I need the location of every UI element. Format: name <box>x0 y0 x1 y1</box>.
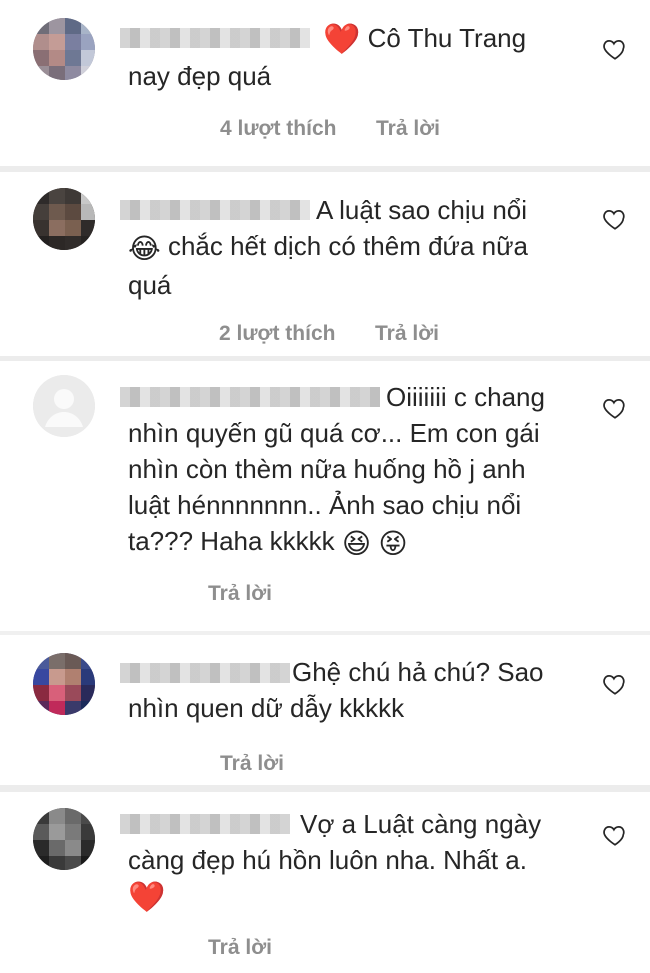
heart-outline-icon[interactable] <box>602 36 628 62</box>
comment-line: nhìn quen dữ dẫy kkkkk <box>128 693 405 723</box>
heart-outline-icon[interactable] <box>602 822 628 848</box>
comment-line: nhìn còn thèm nữa huống hồ j anh <box>128 454 526 484</box>
comment-line: Cô Thu Trang <box>367 23 527 53</box>
comment-line: Vợ a Luật càng ngày <box>300 809 542 839</box>
heart-outline-icon[interactable] <box>602 206 628 232</box>
laughing-tears-emoji: 😂 <box>128 233 161 264</box>
avatar[interactable] <box>33 653 95 715</box>
reply-button[interactable]: Trả lời <box>376 117 440 141</box>
heart-outline-icon[interactable] <box>602 671 628 697</box>
comment-line: càng đẹp hú hồn luôn nha. Nhất a. <box>128 845 527 875</box>
comment-text: Vợ a Luật càng ngày càng đẹp hú hồn luôn… <box>128 806 568 916</box>
comment-line: A luật sao chịu nổi <box>316 195 528 225</box>
comment-item: Oiiiiiii c chang nhìn quyến gũ quá cơ...… <box>0 361 650 631</box>
avatar[interactable] <box>33 375 95 437</box>
divider <box>0 785 650 792</box>
comment-line: quá <box>128 270 172 300</box>
reply-button[interactable]: Trả lời <box>220 752 284 776</box>
comment-line: nhìn quyến gũ quá cơ... Em con gái <box>128 418 540 448</box>
comment-line: nay đẹp quá <box>128 61 272 91</box>
comment-line: chắc hết dịch có thêm đứa nữa <box>167 231 528 261</box>
comment-item: ❤️ Cô Thu Trang nay đẹp quá 4 lượt thích… <box>0 0 650 168</box>
heart-emoji: ❤️ <box>128 881 166 914</box>
comment-line: ta??? Haha kkkkk <box>128 526 335 556</box>
avatar[interactable] <box>33 808 95 870</box>
default-avatar-icon <box>33 375 95 437</box>
comment-line: Ghệ chú hả chú? Sao <box>292 657 544 687</box>
avatar[interactable] <box>33 188 95 250</box>
avatar[interactable] <box>33 18 95 80</box>
comment-text: ❤️ Cô Thu Trang nay đẹp quá <box>128 20 568 94</box>
comment-line: Oiiiiiii c chang <box>386 382 545 412</box>
tongue-squint-emoji: 😝 <box>378 528 408 559</box>
comment-text: Oiiiiiii c chang nhìn quyến gũ quá cơ...… <box>128 379 568 562</box>
like-count[interactable]: 4 lượt thích <box>220 117 336 141</box>
reply-button[interactable]: Trả lời <box>208 936 272 960</box>
comment-item: Ghệ chú hả chú? Sao nhìn quen dữ dẫy kkk… <box>0 635 650 785</box>
heart-outline-icon[interactable] <box>602 395 628 421</box>
comment-text: A luật sao chịu nổi 😂 chắc hết dịch có t… <box>128 192 568 303</box>
comment-line: luật hénnnnnnn.. Ảnh sao chịu nổi <box>128 490 522 520</box>
comment-item: Vợ a Luật càng ngày càng đẹp hú hồn luôn… <box>0 792 650 973</box>
reply-button[interactable]: Trả lời <box>208 582 272 606</box>
heart-emoji: ❤️ <box>323 23 361 56</box>
comment-text: Ghệ chú hả chú? Sao nhìn quen dữ dẫy kkk… <box>128 654 568 726</box>
comment-item: A luật sao chịu nổi 😂 chắc hết dịch có t… <box>0 172 650 356</box>
grinning-squint-emoji: 😆 <box>341 528 372 559</box>
like-count[interactable]: 2 lượt thích <box>219 322 335 346</box>
reply-button[interactable]: Trả lời <box>375 322 439 346</box>
